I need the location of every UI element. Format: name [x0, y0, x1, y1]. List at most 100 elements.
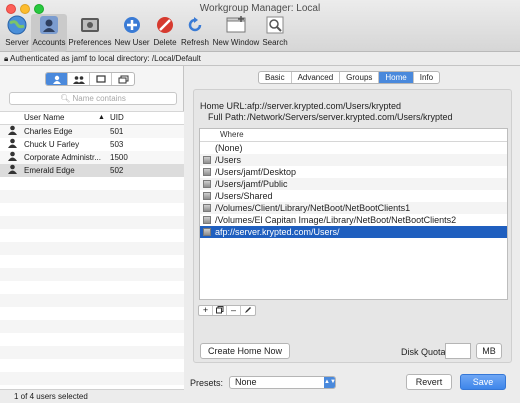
duplicate-path-button[interactable] — [213, 306, 227, 315]
disk-quota-label: Disk Quota: — [401, 347, 449, 357]
delete-icon — [154, 14, 176, 36]
home-path-row[interactable]: /Volumes/Client/Library/NetBoot/NetBootC… — [200, 202, 507, 214]
home-path-text: /Users/jamf/Public — [215, 179, 288, 189]
search-icon: 🔍︎ — [60, 94, 71, 103]
home-url-label: Home URL: — [200, 101, 248, 111]
folder-icon — [203, 204, 211, 212]
tab-groups[interactable]: Groups — [340, 72, 380, 83]
empty-rows — [0, 177, 184, 398]
tab-basic[interactable]: Basic — [259, 72, 292, 83]
toolbar-search-button[interactable]: Search — [261, 14, 289, 52]
pencil-icon — [245, 307, 251, 313]
table-row-selected[interactable]: Emerald Edge 502 — [0, 164, 184, 177]
users-tab[interactable] — [46, 73, 68, 85]
folder-icon — [203, 168, 211, 176]
column-uid[interactable]: UID — [110, 112, 124, 124]
toolbar-accounts-button[interactable]: Accounts — [31, 14, 67, 52]
home-panel: Home URL: afp://server.krypted.com/Users… — [193, 89, 512, 363]
selection-status: 1 of 4 users selected — [0, 389, 184, 402]
add-path-button[interactable]: + — [199, 306, 213, 315]
path-controls: + – — [198, 305, 256, 316]
computers-tab[interactable] — [90, 73, 112, 85]
toolbar-delete-button[interactable]: Delete — [151, 14, 179, 52]
user-icon — [8, 138, 17, 152]
save-button[interactable]: Save — [460, 374, 506, 390]
disk-quota-field[interactable] — [445, 343, 471, 359]
computer-groups-tab[interactable] — [112, 73, 134, 85]
user-icon — [8, 164, 17, 178]
folder-icon — [203, 156, 211, 164]
home-path-text: afp://server.krypted.com/Users/ — [215, 227, 340, 237]
full-path-value: /Network/Servers/server.krypted.com/User… — [247, 112, 453, 122]
user-uid: 1500 — [110, 153, 128, 162]
toolbar-label: New Window — [212, 38, 260, 47]
column-user-name[interactable]: User Name — [24, 112, 64, 124]
home-path-text: /Users/Shared — [215, 191, 273, 201]
toolbar-new-user-button[interactable]: New User — [114, 14, 150, 52]
user-name: Chuck U Farley — [24, 140, 80, 149]
detail-tabs: Basic Advanced Groups Home Info — [258, 71, 441, 84]
revert-button[interactable]: Revert — [406, 374, 452, 390]
groups-tab[interactable] — [68, 73, 90, 85]
tab-home[interactable]: Home — [379, 72, 414, 83]
toolbar-label: Preferences — [68, 38, 112, 47]
user-uid: 501 — [110, 127, 124, 136]
user-icon — [8, 151, 17, 165]
accounts-icon — [38, 14, 60, 36]
globe-icon — [6, 14, 28, 36]
home-paths-rows: (None) /Users /Users/jamf/Desktop /Users… — [200, 142, 507, 238]
sort-arrow-icon: ▲ — [98, 114, 105, 121]
user-icon — [52, 75, 61, 84]
search-input[interactable]: 🔍︎ Name contains — [9, 92, 177, 105]
remove-path-button[interactable]: – — [227, 306, 241, 315]
auth-status-bar: 🔒︎ Authenticated as jamf to local direct… — [0, 52, 520, 66]
folder-icon — [203, 192, 211, 200]
home-path-row[interactable]: /Users/jamf/Public — [200, 178, 507, 190]
plus-icon — [121, 14, 143, 36]
home-path-row[interactable]: /Users/Shared — [200, 190, 507, 202]
presets-value: None — [235, 377, 257, 387]
presets-label: Presets: — [190, 378, 224, 388]
preferences-icon — [79, 14, 101, 36]
home-path-text: (None) — [215, 143, 243, 153]
computer-group-icon — [118, 75, 128, 83]
home-path-row[interactable]: /Users — [200, 154, 507, 166]
user-uid: 502 — [110, 166, 124, 175]
toolbar-server-button[interactable]: Server — [3, 14, 31, 52]
table-row[interactable]: Chuck U Farley 503 — [0, 138, 184, 151]
presets-select[interactable]: None ▲▼ — [229, 376, 336, 389]
new-window-icon — [225, 14, 247, 36]
toolbar-preferences-button[interactable]: Preferences — [68, 14, 112, 52]
home-url-value: afp://server.krypted.com/Users/krypted — [247, 101, 402, 111]
tab-info[interactable]: Info — [414, 72, 439, 83]
quota-unit-select[interactable]: MB — [476, 343, 502, 359]
home-path-row[interactable]: /Volumes/El Capitan Image/Library/NetBoo… — [200, 214, 507, 226]
toolbar-label: Server — [5, 38, 29, 47]
home-path-text: /Users/jamf/Desktop — [215, 167, 297, 177]
edit-path-button[interactable] — [241, 306, 255, 315]
toolbar-label: Refresh — [180, 38, 209, 47]
users-table: User Name ▲ UID Charles Edge 501 Chuck U… — [0, 111, 184, 389]
folder-icon — [203, 180, 211, 188]
accounts-sidebar: 🔍︎ Name contains User Name ▲ UID Charles… — [0, 66, 184, 402]
table-row[interactable]: Corporate Administr... 1500 — [0, 151, 184, 164]
toolbar-refresh-button[interactable]: Refresh — [180, 14, 210, 52]
lock-icon: 🔒︎ — [4, 54, 9, 63]
user-name: Charles Edge — [24, 127, 73, 136]
toolbar-label: New User — [114, 38, 150, 47]
table-row[interactable]: Charles Edge 501 — [0, 125, 184, 138]
search-icon — [264, 14, 286, 36]
auth-status-text: Authenticated as jamf to local directory… — [10, 54, 201, 63]
toolbar-label: Search — [262, 38, 288, 47]
account-type-selector — [45, 72, 135, 86]
network-share-icon — [203, 228, 211, 236]
computer-icon — [95, 74, 106, 83]
home-path-row-selected[interactable]: afp://server.krypted.com/Users/ — [200, 226, 507, 238]
home-path-row[interactable]: (None) — [200, 142, 507, 154]
toolbar-new-window-button[interactable]: New Window — [212, 14, 260, 52]
create-home-now-button[interactable]: Create Home Now — [200, 343, 290, 359]
home-path-row[interactable]: /Users/jamf/Desktop — [200, 166, 507, 178]
toolbar-label: Delete — [153, 38, 177, 47]
user-name: Emerald Edge — [24, 166, 75, 175]
tab-advanced[interactable]: Advanced — [292, 72, 341, 83]
